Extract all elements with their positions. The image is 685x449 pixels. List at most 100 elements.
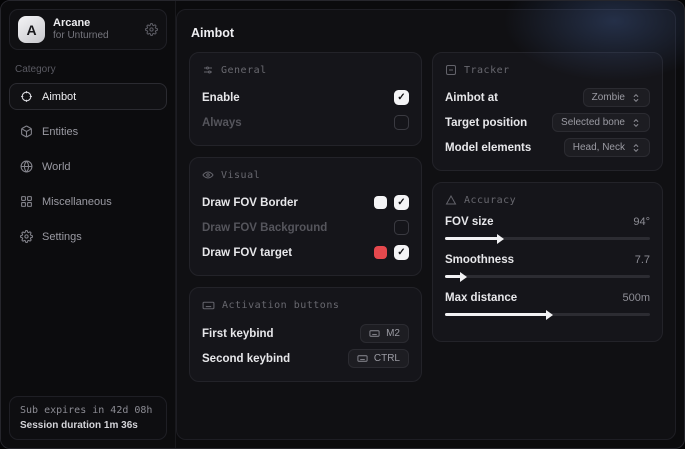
square-minus-icon	[445, 64, 457, 76]
visual-card: Visual Draw FOV Border Draw FOV Backgrou…	[189, 157, 422, 276]
keybind-value: CTRL	[374, 353, 400, 364]
chevrons-up-down-icon	[631, 118, 641, 128]
setting-row-smoothness: Smoothness 7.7	[445, 254, 650, 278]
color-swatch[interactable]	[374, 196, 387, 209]
slider-fill	[445, 275, 461, 278]
keyboard-icon	[202, 299, 215, 312]
card-title: Activation buttons	[222, 300, 339, 311]
sidebar-item-miscellaneous[interactable]: Miscellaneous	[9, 188, 167, 215]
setting-label: Smoothness	[445, 254, 514, 266]
globe-icon	[20, 160, 33, 173]
slider-value: 500m	[622, 292, 650, 304]
card-title: Tracker	[464, 65, 510, 76]
sidebar-item-label: Entities	[42, 126, 78, 138]
brand-card: A Arcane for Unturned	[9, 9, 167, 50]
crosshair-icon	[20, 90, 33, 103]
setting-label: Draw FOV target	[202, 247, 292, 259]
setting-row-target-position: Target position Selected bone	[445, 111, 650, 134]
model-elements-select[interactable]: Head, Neck	[564, 138, 650, 157]
sidebar-item-label: Miscellaneous	[42, 196, 112, 208]
setting-row-enable: Enable	[202, 86, 409, 109]
sidebar-item-entities[interactable]: Entities	[9, 118, 167, 145]
eye-icon	[202, 169, 214, 181]
setting-label: Max distance	[445, 292, 517, 304]
keyboard-icon	[369, 328, 380, 339]
setting-label: First keybind	[202, 328, 274, 340]
session-duration-text: Session duration 1m 36s	[20, 420, 156, 431]
cube-icon	[20, 125, 33, 138]
keybind-value: M2	[386, 328, 400, 339]
gear-icon[interactable]	[145, 23, 158, 36]
setting-row-always: Always	[202, 111, 409, 134]
page-title: Aimbot	[191, 26, 661, 40]
activation-card: Activation buttons First keybind M2	[189, 287, 422, 382]
general-card: General Enable Always	[189, 52, 422, 146]
setting-label: Aimbot at	[445, 92, 498, 104]
smoothness-slider[interactable]	[445, 275, 650, 278]
grid-icon	[20, 195, 33, 208]
category-label: Category	[15, 64, 161, 75]
setting-label: Enable	[202, 92, 240, 104]
setting-row-fov-target: Draw FOV target	[202, 241, 409, 264]
sidebar-item-label: World	[42, 161, 71, 173]
sidebar-item-label: Aimbot	[42, 91, 76, 103]
keyboard-icon	[357, 353, 368, 364]
chevrons-up-down-icon	[631, 93, 641, 103]
fov-background-checkbox[interactable]	[394, 220, 409, 235]
setting-row-fov-border: Draw FOV Border	[202, 191, 409, 214]
subscription-info: Sub expires in 42d 08h Session duration …	[9, 396, 167, 440]
select-value: Selected bone	[561, 117, 625, 128]
setting-label: FOV size	[445, 216, 494, 228]
tracker-card: Tracker Aimbot at Zombie	[432, 52, 663, 171]
app-subtitle: for Unturned	[53, 30, 137, 42]
always-checkbox[interactable]	[394, 115, 409, 130]
sidebar-item-world[interactable]: World	[9, 153, 167, 180]
slider-value: 94°	[633, 216, 650, 228]
fov-border-checkbox[interactable]	[394, 195, 409, 210]
sidebar-item-settings[interactable]: Settings	[9, 223, 167, 250]
app-logo: A	[18, 16, 45, 43]
target-position-select[interactable]: Selected bone	[552, 113, 650, 132]
second-keybind-button[interactable]: CTRL	[348, 349, 409, 368]
sidebar: A Arcane for Unturned Category	[1, 1, 176, 448]
sliders-icon	[202, 64, 214, 76]
color-swatch[interactable]	[374, 246, 387, 259]
setting-row-fov-size: FOV size 94°	[445, 216, 650, 240]
setting-label: Draw FOV Border	[202, 197, 298, 209]
max-distance-slider[interactable]	[445, 313, 650, 316]
main-panel: Aimbot General Enable	[176, 9, 676, 440]
app-name: Arcane	[53, 17, 137, 30]
fov-size-slider[interactable]	[445, 237, 650, 240]
enable-checkbox[interactable]	[394, 90, 409, 105]
setting-row-fov-background: Draw FOV Background	[202, 216, 409, 239]
setting-label: Model elements	[445, 142, 531, 154]
triangle-icon	[445, 194, 457, 206]
first-keybind-button[interactable]: M2	[360, 324, 409, 343]
sidebar-item-aimbot[interactable]: Aimbot	[9, 83, 167, 110]
setting-label: Draw FOV Background	[202, 222, 327, 234]
setting-row-model-elements: Model elements Head, Neck	[445, 136, 650, 159]
fov-target-checkbox[interactable]	[394, 245, 409, 260]
select-value: Head, Neck	[573, 142, 625, 153]
brand-text: Arcane for Unturned	[53, 17, 137, 41]
accuracy-card: Accuracy FOV size 94° Smoothness	[432, 182, 663, 342]
setting-label: Second keybind	[202, 353, 290, 365]
setting-row-max-distance: Max distance 500m	[445, 292, 650, 316]
sidebar-item-label: Settings	[42, 231, 82, 243]
setting-row-first-keybind: First keybind M2	[202, 322, 409, 345]
setting-label: Target position	[445, 117, 527, 129]
gear-icon	[20, 230, 33, 243]
sub-expiry-text: Sub expires in 42d 08h	[20, 405, 156, 416]
select-value: Zombie	[592, 92, 625, 103]
setting-row-aimbot-at: Aimbot at Zombie	[445, 86, 650, 109]
slider-fill	[445, 313, 548, 316]
slider-fill	[445, 237, 498, 240]
sidebar-nav: Aimbot Entities World	[9, 83, 167, 250]
setting-label: Always	[202, 117, 242, 129]
chevrons-up-down-icon	[631, 143, 641, 153]
card-title: General	[221, 65, 267, 76]
app-window: A Arcane for Unturned Category	[0, 0, 685, 449]
setting-row-second-keybind: Second keybind CTRL	[202, 347, 409, 370]
aimbot-at-select[interactable]: Zombie	[583, 88, 650, 107]
card-title: Visual	[221, 170, 260, 181]
